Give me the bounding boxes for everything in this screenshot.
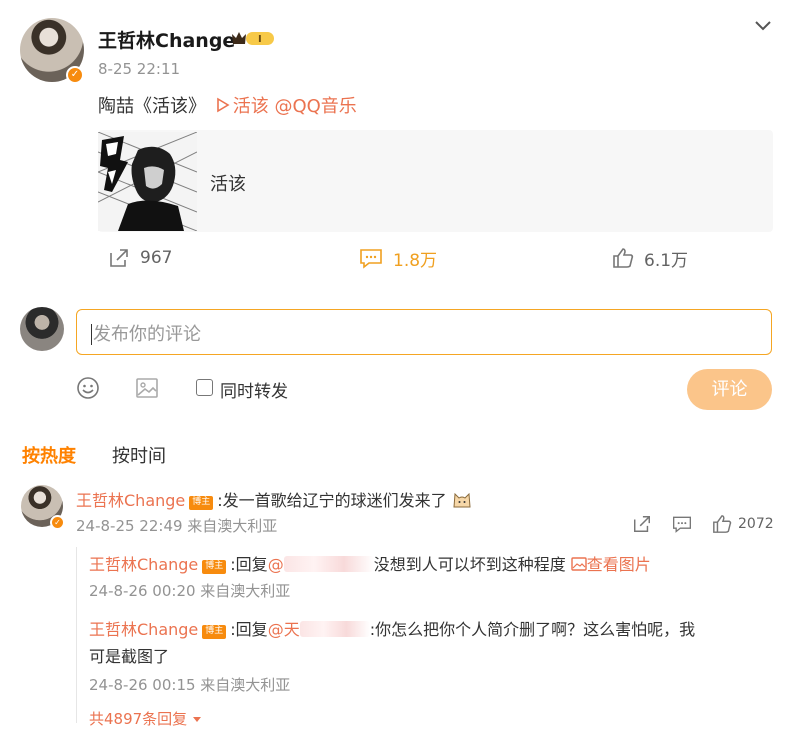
music-link-text: 活该 xyxy=(232,96,269,117)
reply-prefix: :回复 xyxy=(230,555,268,574)
reply-meta: 24-8-26 00:20 来自澳大利亚 xyxy=(89,582,291,600)
reply-item: 王哲林Change 博主:回复@ 没想到人可以坏到这种程度 查看图片 xyxy=(89,551,651,575)
author-badge: 博主 xyxy=(202,560,227,574)
reply-author[interactable]: 王哲林Change xyxy=(89,620,198,639)
like-count: 6.1万 xyxy=(644,250,689,271)
reply-prefix: :回复 xyxy=(230,620,268,639)
reply-thread-line xyxy=(76,547,77,723)
verified-icon: ✓ xyxy=(66,66,84,84)
comment-input-placeholder: 发布你的评论 xyxy=(91,324,201,345)
music-card[interactable] xyxy=(98,130,773,232)
view-image-text: 查看图片 xyxy=(586,555,651,574)
caret-down-icon xyxy=(192,717,201,722)
like-button[interactable]: 6.1万 xyxy=(612,245,688,271)
sort-by-time-tab[interactable]: 按时间 xyxy=(112,442,166,468)
share-button[interactable]: 967 xyxy=(108,245,172,271)
comment-icon xyxy=(360,249,382,269)
repost-label[interactable]: 同时转发 xyxy=(220,377,288,402)
thumbs-up-icon xyxy=(613,248,634,268)
comment-share-button[interactable] xyxy=(632,514,652,534)
comment-meta: 24-8-25 22:49 来自澳大利亚 xyxy=(76,517,278,535)
emoji-icon[interactable] xyxy=(76,376,100,400)
reply-item: 王哲林Change 博主:回复@天:你怎么把你个人简介删了啊？这么害怕呢，我可是截… xyxy=(89,616,709,670)
music-card-title: 活该 xyxy=(210,174,246,195)
submit-comment-button[interactable]: 评论 xyxy=(687,369,772,410)
share-icon xyxy=(634,516,650,532)
cat-emoji-icon xyxy=(453,492,471,508)
author-badge: 博主 xyxy=(202,625,227,639)
image-upload-icon[interactable] xyxy=(135,376,159,400)
album-cover-image xyxy=(98,132,197,231)
level-badge-text: I xyxy=(258,34,262,45)
verified-icon: ✓ xyxy=(50,515,65,530)
music-link[interactable]: 活该 xyxy=(206,96,274,117)
comment-input[interactable]: 发布你的评论 xyxy=(76,309,772,355)
total-replies-text: 共4897条回复 xyxy=(89,710,188,728)
reply-mention[interactable]: @天 xyxy=(268,620,300,639)
play-icon xyxy=(216,97,230,113)
sort-by-hot-tab[interactable]: 按热度 xyxy=(22,442,76,468)
redacted-username xyxy=(283,556,374,572)
comment-line: 王哲林Change 博主:发一首歌给辽宁的球迷们发来了 xyxy=(76,487,472,511)
comment-button[interactable]: 1.8万 xyxy=(359,245,437,271)
post-author-name[interactable]: 王哲林Change xyxy=(98,26,235,53)
view-all-replies-link[interactable]: 共4897条回复 xyxy=(89,708,202,729)
reply-text: 没想到人可以坏到这种程度 xyxy=(373,555,566,574)
comment-author[interactable]: 王哲林Change xyxy=(76,491,185,510)
repost-checkbox[interactable] xyxy=(196,379,213,396)
comment-count: 1.8万 xyxy=(393,250,438,271)
share-icon xyxy=(110,249,128,267)
author-badge: 博主 xyxy=(189,496,214,510)
mention-qqmusic[interactable]: @QQ音乐 xyxy=(274,96,356,117)
comment-like-button[interactable]: 2072 xyxy=(712,514,774,534)
comment-icon xyxy=(673,516,691,533)
post-text: 陶喆《活该》 活该 @QQ音乐 xyxy=(98,92,357,118)
post-text-prefix: 陶喆《活该》 xyxy=(98,96,206,117)
comment-reply-button[interactable] xyxy=(672,514,692,534)
share-count: 967 xyxy=(140,248,173,268)
thumbs-up-icon xyxy=(713,515,732,533)
comment-text: :发一首歌给辽宁的球迷们发来了 xyxy=(217,491,447,510)
redacted-username xyxy=(299,621,370,637)
reply-meta: 24-8-26 00:15 来自澳大利亚 xyxy=(89,676,291,694)
current-user-avatar xyxy=(20,307,64,351)
comment-like-count: 2072 xyxy=(738,516,774,532)
crown-badge-icon[interactable]: I xyxy=(230,28,278,48)
chevron-down-icon[interactable] xyxy=(752,14,774,36)
reply-mention[interactable]: @ xyxy=(268,555,284,574)
image-icon xyxy=(571,557,587,571)
view-image-link[interactable]: 查看图片 xyxy=(571,555,651,574)
post-time: 8-25 22:11 xyxy=(98,60,181,78)
reply-author[interactable]: 王哲林Change xyxy=(89,555,198,574)
